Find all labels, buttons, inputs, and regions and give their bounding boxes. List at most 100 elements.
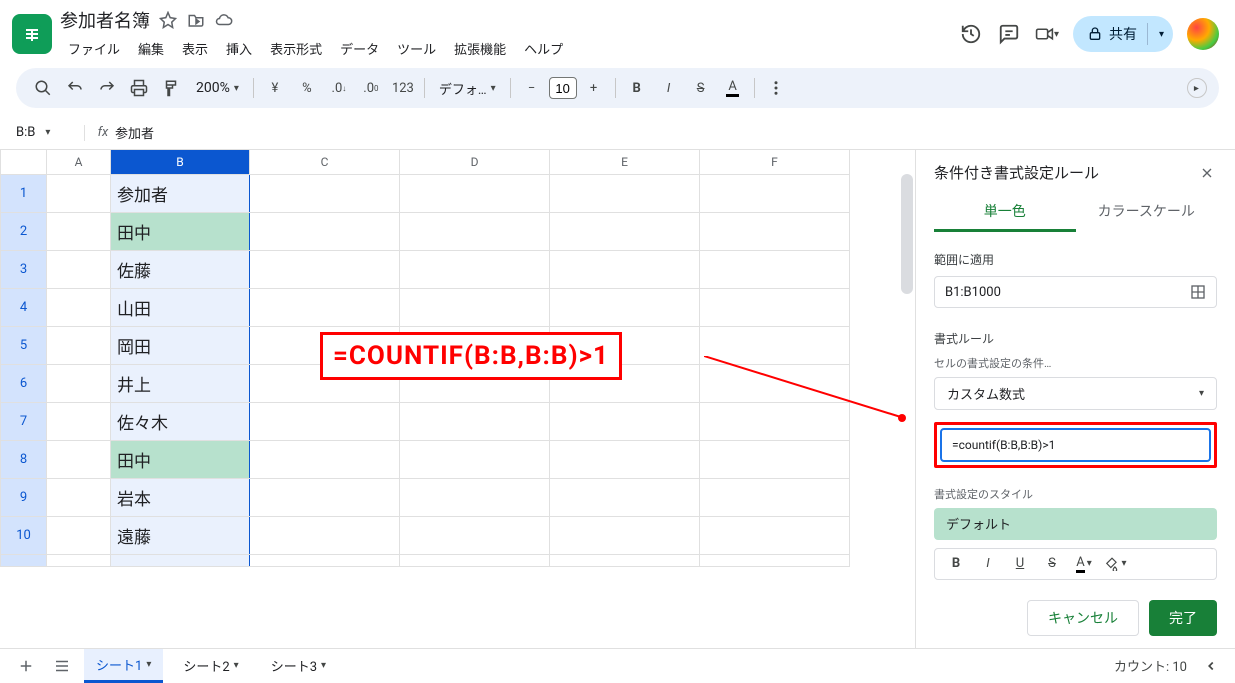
cell-A6[interactable] [47,364,111,402]
move-icon[interactable] [186,10,206,30]
cell-F6[interactable] [700,364,850,402]
cell-D3[interactable] [400,250,550,288]
fx-icon[interactable]: fx [91,125,115,140]
cell-A3[interactable] [47,250,111,288]
done-button[interactable]: 完了 [1149,600,1217,636]
italic-icon[interactable]: I [654,73,684,103]
cell[interactable] [111,554,250,566]
cell-B6[interactable]: 井上 [111,364,250,402]
fontsize-decrease[interactable]: − [517,73,547,103]
more-formats-icon[interactable]: 123 [388,73,418,103]
cell-A5[interactable] [47,326,111,364]
cell-E9[interactable] [550,478,700,516]
menu-view[interactable]: 表示 [174,35,216,62]
more-icon[interactable] [761,73,791,103]
cell-F1[interactable] [700,174,850,212]
row-header[interactable]: 5 [1,326,47,364]
menu-edit[interactable]: 編集 [130,35,172,62]
cell[interactable] [47,554,111,566]
undo-icon[interactable] [60,73,90,103]
cell-A8[interactable] [47,440,111,478]
toolbar-expand-icon[interactable]: ▾ [1187,78,1207,98]
cell-E10[interactable] [550,516,700,554]
cell-C1[interactable] [250,174,400,212]
style-underline[interactable]: U [1007,551,1033,577]
fontsize-input[interactable] [549,77,577,99]
style-italic[interactable]: I [975,551,1001,577]
column-header-E[interactable]: E [550,150,700,174]
percent-icon[interactable]: % [292,73,322,103]
cell-F3[interactable] [700,250,850,288]
style-preview[interactable]: デフォルト [934,508,1217,540]
formula-input[interactable]: =countif(B:B,B:B)>1 [940,428,1211,462]
cell-F9[interactable] [700,478,850,516]
cell-E1[interactable] [550,174,700,212]
cell-C4[interactable] [250,288,400,326]
cell-E7[interactable] [550,402,700,440]
cell-F2[interactable] [700,212,850,250]
menu-file[interactable]: ファイル [60,35,128,62]
cell[interactable] [700,554,850,566]
cell-D9[interactable] [400,478,550,516]
meet-icon[interactable]: ▾ [1035,22,1059,46]
cell-C7[interactable] [250,402,400,440]
row-header[interactable]: 9 [1,478,47,516]
column-header-D[interactable]: D [400,150,550,174]
cell-C9[interactable] [250,478,400,516]
cell-D2[interactable] [400,212,550,250]
cell-C3[interactable] [250,250,400,288]
row-header[interactable]: 1 [1,174,47,212]
cell-A2[interactable] [47,212,111,250]
increase-decimal-icon[interactable]: .00 [356,73,386,103]
cell-D7[interactable] [400,402,550,440]
cancel-button[interactable]: キャンセル [1027,600,1139,636]
vertical-scrollbar[interactable] [901,174,913,294]
status-count[interactable]: カウント: 10 [1114,656,1187,675]
text-color-icon[interactable]: A [718,73,748,103]
cell-B9[interactable]: 岩本 [111,478,250,516]
currency-icon[interactable]: ¥ [260,73,290,103]
all-sheets-icon[interactable] [48,652,76,680]
cell-C8[interactable] [250,440,400,478]
star-icon[interactable] [158,10,178,30]
cell-D4[interactable] [400,288,550,326]
style-fill-color[interactable]: ▾ [1103,551,1129,577]
style-text-color[interactable]: A▾ [1071,551,1097,577]
cell-B10[interactable]: 遠藤 [111,516,250,554]
menu-data[interactable]: データ [332,35,387,62]
share-button[interactable]: 共有 ▾ [1073,16,1173,52]
name-box[interactable]: B:B▾ [16,125,78,140]
cell[interactable] [550,554,700,566]
cell-B3[interactable]: 佐藤 [111,250,250,288]
style-bold[interactable]: B [943,551,969,577]
cell-E8[interactable] [550,440,700,478]
menu-help[interactable]: ヘルプ [516,35,571,62]
sheet-tab-3[interactable]: シート3▾ [259,649,338,683]
menu-tools[interactable]: ツール [389,35,444,62]
cell-A9[interactable] [47,478,111,516]
cell-A4[interactable] [47,288,111,326]
cell-E3[interactable] [550,250,700,288]
row-header[interactable]: 8 [1,440,47,478]
cell-B4[interactable]: 山田 [111,288,250,326]
cell-B1[interactable]: 参加者 [111,174,250,212]
cell-D1[interactable] [400,174,550,212]
cell-A1[interactable] [47,174,111,212]
column-header-C[interactable]: C [250,150,400,174]
cell-F5[interactable] [700,326,850,364]
font-select[interactable]: デフォ…▾ [431,79,504,98]
row-header[interactable] [1,554,47,566]
zoom-select[interactable]: 200%▾ [188,80,247,96]
cell-B8[interactable]: 田中 [111,440,250,478]
menu-format[interactable]: 表示形式 [262,35,330,62]
cell-A10[interactable] [47,516,111,554]
cell-E4[interactable] [550,288,700,326]
column-header-A[interactable]: A [47,150,111,174]
column-header-F[interactable]: F [700,150,850,174]
row-header[interactable]: 3 [1,250,47,288]
cell-C2[interactable] [250,212,400,250]
bold-icon[interactable]: B [622,73,652,103]
add-sheet-icon[interactable] [12,652,40,680]
sheet-tab-1[interactable]: シート1▾ [84,649,163,683]
cell-B5[interactable]: 岡田 [111,326,250,364]
